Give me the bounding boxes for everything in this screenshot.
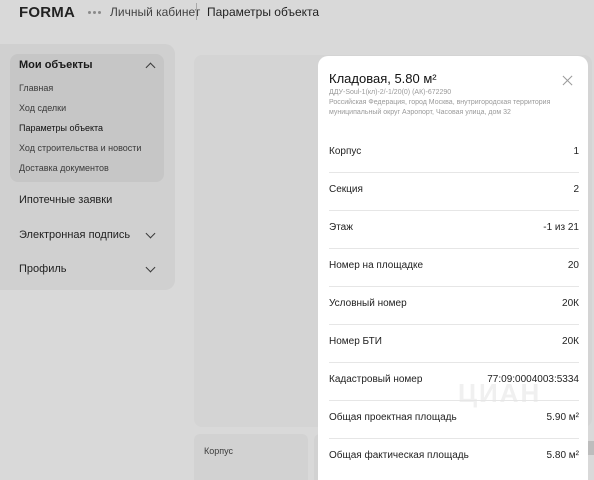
my-objects-title[interactable]: Мои объекты xyxy=(19,59,93,71)
more-dots-icon xyxy=(88,11,101,14)
sidebar: Мои объекты Главная Ход сделки Параметры… xyxy=(0,44,175,290)
sidebar-item-construction-news[interactable]: Ход строительства и новости xyxy=(19,143,141,153)
close-icon[interactable] xyxy=(561,74,575,88)
chevron-down-icon[interactable] xyxy=(145,228,156,239)
sidebar-item-document-delivery[interactable]: Доставка документов xyxy=(19,163,109,173)
param-card-label: Корпус xyxy=(204,446,234,456)
chevron-down-icon[interactable] xyxy=(145,262,156,273)
sidebar-item-home[interactable]: Главная xyxy=(19,83,53,93)
param-card: Корпус xyxy=(194,434,308,480)
breadcrumb-current: Параметры объекта xyxy=(207,5,320,19)
param-value: 20К xyxy=(562,336,579,347)
my-objects-section: Мои объекты Главная Ход сделки Параметры… xyxy=(10,54,164,182)
modal-title: Кладовая, 5.80 м² xyxy=(329,71,437,86)
param-label: Общая фактическая площадь xyxy=(329,450,469,461)
param-value: 5.90 м² xyxy=(546,412,579,423)
param-value: -1 из 21 xyxy=(543,222,579,233)
param-row: Общая фактическая площадь 5.80 м² xyxy=(329,439,579,477)
contract-number: ДДУ-Soul-1(кл)-2/-1/20(0) (АК)-672290 xyxy=(329,89,452,96)
param-value: 1 xyxy=(573,146,579,157)
param-value: 20К xyxy=(562,298,579,309)
scroll-edge xyxy=(588,441,594,455)
object-details-modal: Кладовая, 5.80 м² ДДУ-Soul-1(кл)-2/-1/20… xyxy=(318,56,588,480)
param-label: Секция xyxy=(329,184,363,195)
breadcrumb-divider xyxy=(196,3,197,20)
top-header: FORMA Личный кабинет Параметры объекта xyxy=(0,0,594,36)
param-row: Кадастровый номер 77:09:0004003:5334 xyxy=(329,363,579,401)
param-value: 2 xyxy=(573,184,579,195)
param-label: Номер на площадке xyxy=(329,260,424,271)
param-label: Этаж xyxy=(329,222,353,233)
chevron-up-icon[interactable] xyxy=(145,62,156,73)
sidebar-item-mortgage[interactable]: Ипотечные заявки xyxy=(19,194,112,206)
sidebar-item-deal-progress[interactable]: Ход сделки xyxy=(19,103,66,113)
forma-logo[interactable]: FORMA xyxy=(19,4,75,21)
param-row: Корпус 1 xyxy=(329,135,579,173)
param-row: Секция 2 xyxy=(329,173,579,211)
param-label: Корпус xyxy=(329,146,362,157)
param-row: Условный номер 20К xyxy=(329,287,579,325)
param-row: Этаж -1 из 21 xyxy=(329,211,579,249)
param-label: Кадастровый номер xyxy=(329,374,423,385)
param-row: Общая проектная площадь 5.90 м² xyxy=(329,401,579,439)
param-label: Общая проектная площадь xyxy=(329,412,457,423)
param-label: Условный номер xyxy=(329,298,407,309)
sidebar-item-e-signature[interactable]: Электронная подпись xyxy=(19,229,130,241)
modal-subtitle: ДДУ-Soul-1(кл)-2/-1/20(0) (АК)-672290 Ро… xyxy=(329,88,554,118)
param-value: 77:09:0004003:5334 xyxy=(487,374,579,385)
sidebar-item-profile[interactable]: Профиль xyxy=(19,263,67,275)
breadcrumb-account[interactable]: Личный кабинет xyxy=(110,5,200,19)
object-address: Российская Федерация, город Москва, внут… xyxy=(329,99,551,116)
param-value: 20 xyxy=(567,260,579,271)
sidebar-item-object-params[interactable]: Параметры объекта xyxy=(19,123,103,133)
param-row: Номер на площадке 20 xyxy=(329,249,579,287)
param-row: Номер БТИ 20К xyxy=(329,325,579,363)
param-value: 5.80 м² xyxy=(546,450,579,461)
param-label: Номер БТИ xyxy=(329,336,382,347)
